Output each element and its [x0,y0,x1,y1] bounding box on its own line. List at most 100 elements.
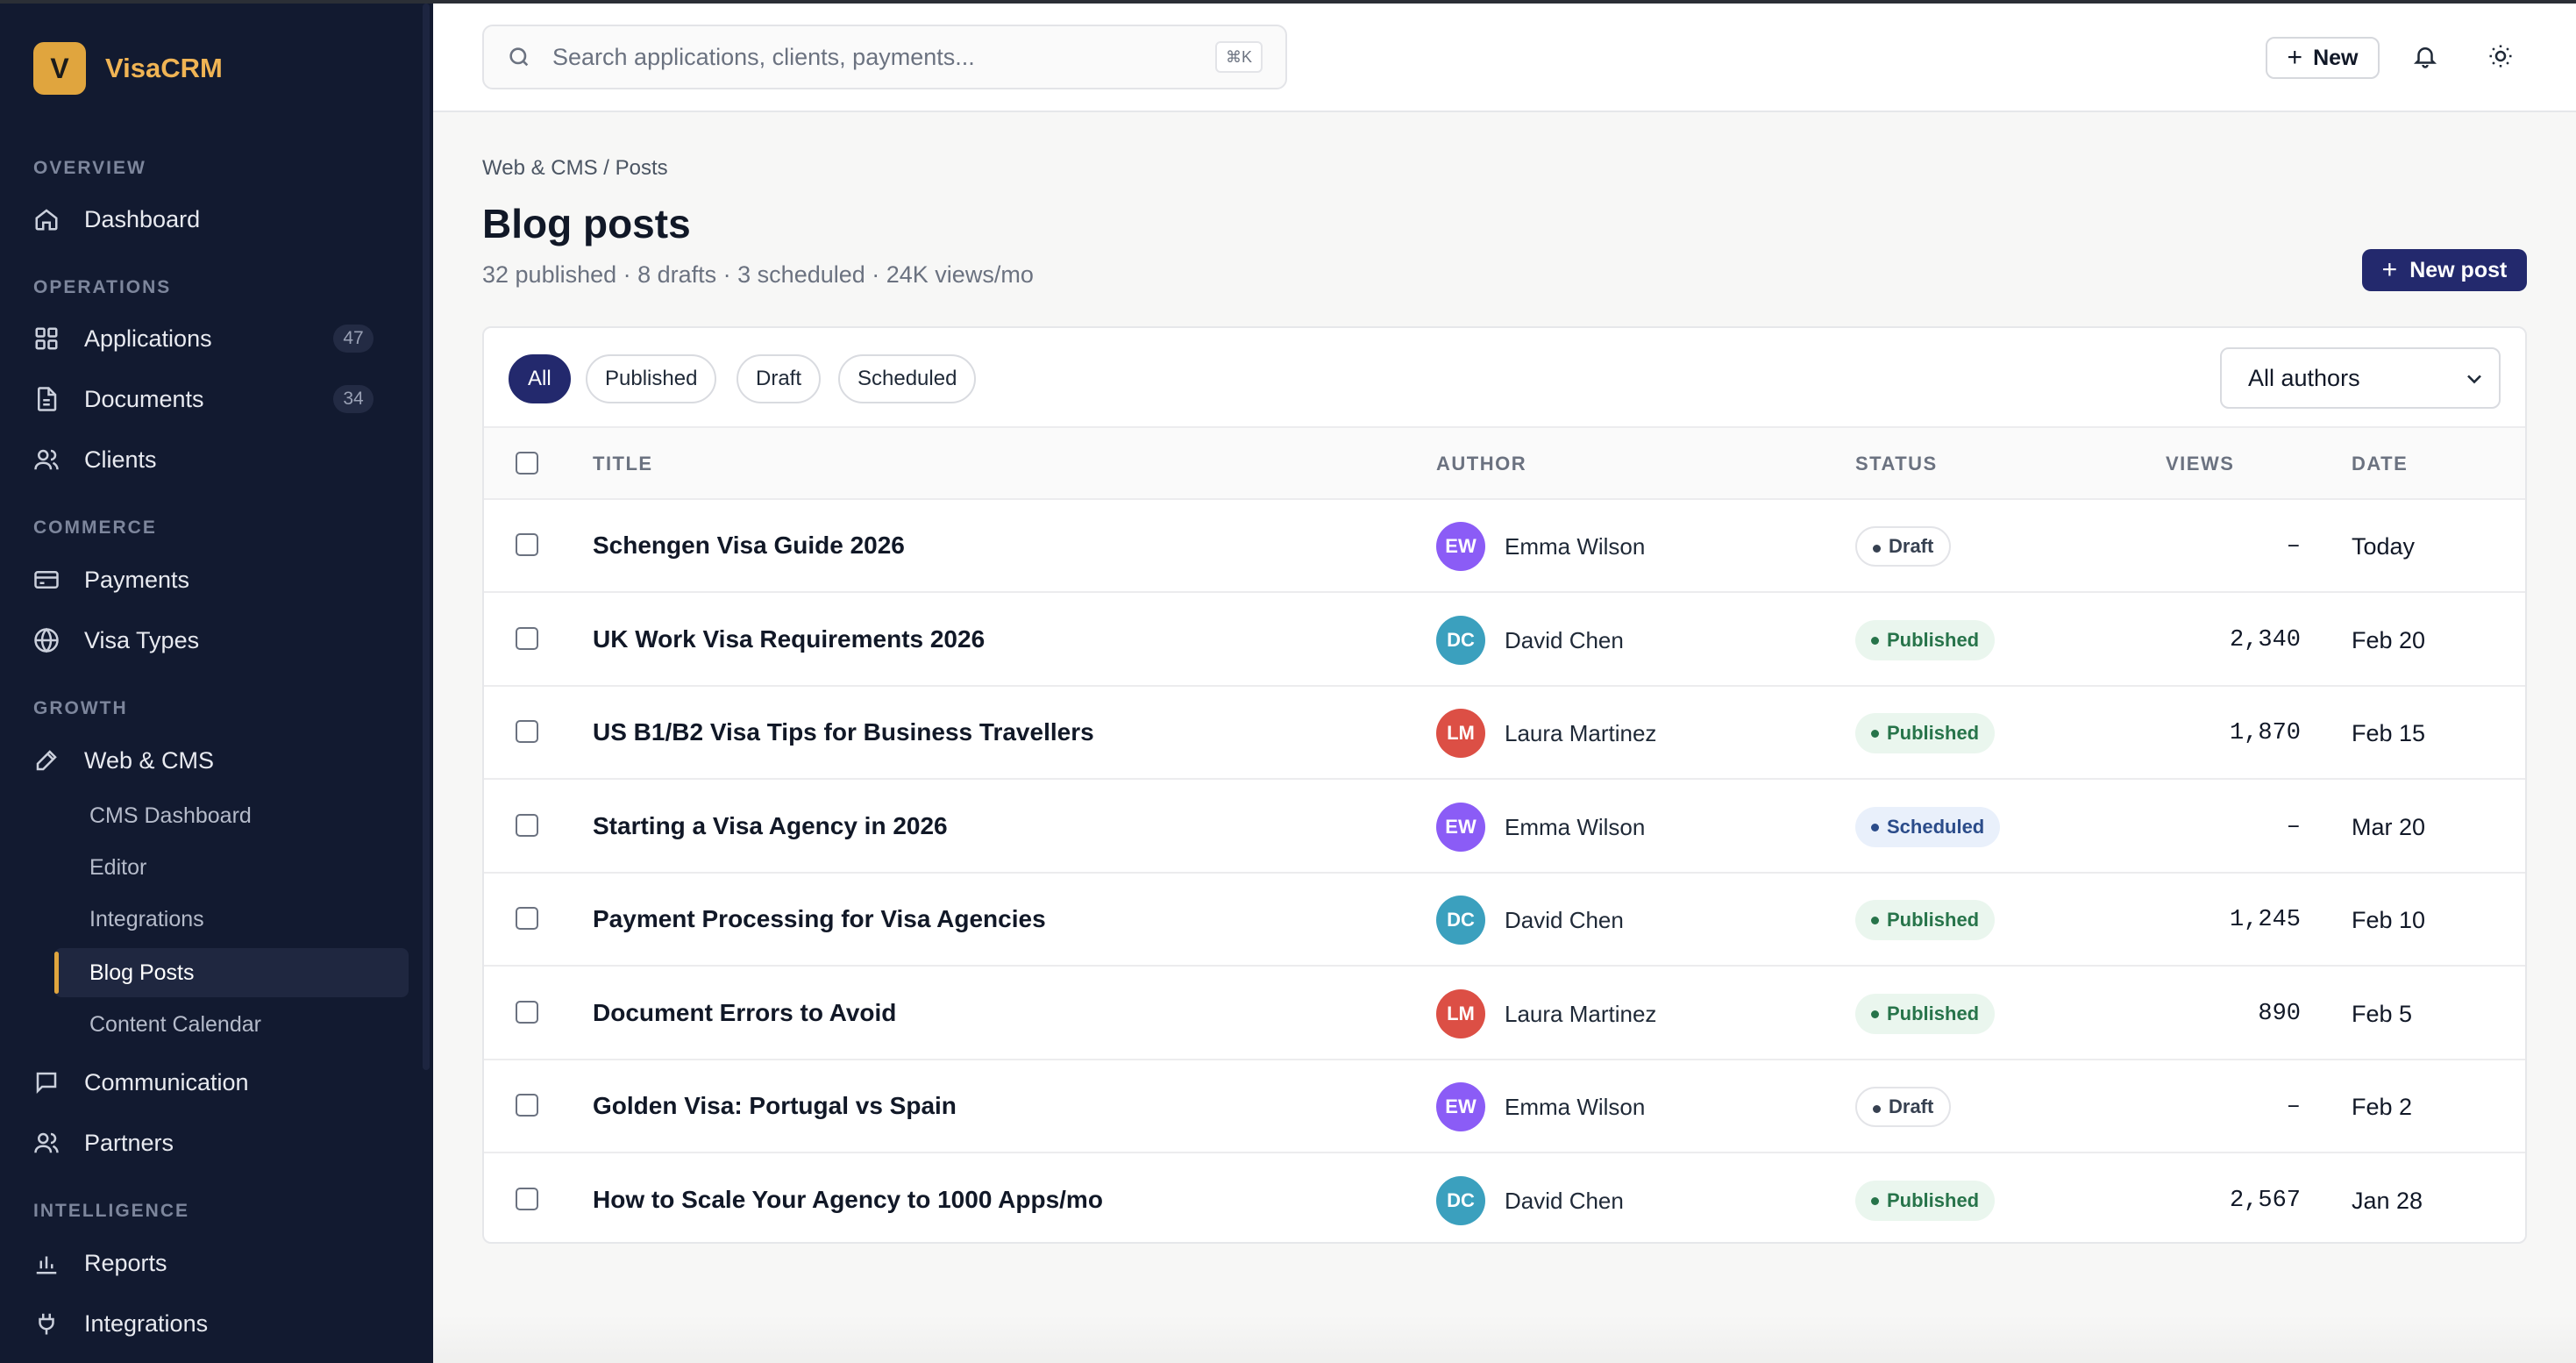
notifications-button[interactable] [2409,42,2441,74]
home-icon [33,206,60,232]
status-badge: Published [1855,713,1996,753]
sidebar-subitem-integrations[interactable]: Integrations [54,895,409,944]
filter-chip-scheduled[interactable]: Scheduled [838,354,977,403]
row-checkbox[interactable] [516,907,538,930]
status-badge: Draft [1855,1087,1952,1127]
section-label-commerce: COMMERCE [33,517,157,538]
sidebar-item-partners[interactable]: Partners [33,1118,384,1167]
search-shortcut-hint: ⌘K [1214,41,1263,73]
filter-chip-draft[interactable]: Draft [737,354,822,403]
status-badge: Scheduled [1855,806,2001,847]
breadcrumb[interactable]: Web & CMS / Posts [482,156,668,181]
avatar: EW [1436,1082,1485,1131]
sidebar-item-visa-types[interactable]: Visa Types [33,616,384,665]
row-checkbox[interactable] [516,533,538,556]
filter-bar: All Published Draft Scheduled All author… [484,328,2525,428]
sidebar-item-dashboard[interactable]: Dashboard [33,195,384,244]
post-title[interactable]: How to Scale Your Agency to 1000 Apps/mo [593,1186,1103,1214]
column-header-views[interactable]: VIEWS [2166,453,2234,475]
chat-icon [33,1069,60,1095]
post-title[interactable]: US B1/B2 Visa Tips for Business Travelle… [593,718,1094,746]
search-box[interactable]: ⌘K [482,25,1287,89]
table-row[interactable]: Document Errors to Avoid LM Laura Martinez… [484,967,2525,1060]
status-badge: Draft [1855,526,1952,567]
theme-toggle-button[interactable] [2485,42,2516,74]
filter-chip-all[interactable]: All [509,354,571,403]
views-count: 890 [2258,1000,2301,1027]
row-checkbox[interactable] [516,720,538,743]
sidebar-item-applications[interactable]: Applications 47 [33,314,384,363]
views-count: 1,245 [2229,907,2301,933]
sidebar: V VisaCRM OVERVIEW Dashboard OPERATIONS … [0,0,433,1363]
column-header-date[interactable]: DATE [2352,453,2408,475]
author-filter-select[interactable]: All authors [2220,347,2501,409]
sidebar-subitem-content-calendar[interactable]: Content Calendar [54,1000,409,1049]
search-input[interactable] [552,43,1215,71]
sidebar-subitem-blog-posts[interactable]: Blog Posts [54,948,409,997]
sidebar-scrollbar[interactable] [423,4,430,1070]
post-date: Feb 5 [2352,1000,2413,1027]
top-bar: ⌘K + New [433,4,2576,112]
sidebar-item-label: Visa Types [84,626,200,653]
author-name: David Chen [1505,626,1624,653]
post-title[interactable]: UK Work Visa Requirements 2026 [593,625,985,653]
brand[interactable]: V VisaCRM [33,42,223,95]
sidebar-item-clients[interactable]: Clients [33,435,384,484]
filter-chip-published[interactable]: Published [586,354,717,403]
status-badge: Published [1855,900,1996,940]
sidebar-item-documents[interactable]: Documents 34 [33,375,384,424]
post-title[interactable]: Payment Processing for Visa Agencies [593,905,1046,933]
sidebar-item-label: Reports [84,1249,167,1276]
select-all-checkbox[interactable] [516,452,538,475]
plug-icon [33,1310,60,1337]
sidebar-item-communication[interactable]: Communication [33,1058,384,1107]
post-title[interactable]: Document Errors to Avoid [593,999,896,1027]
status-badge: Published [1855,619,1996,660]
column-header-status[interactable]: STATUS [1855,453,1938,475]
table-row[interactable]: Starting a Visa Agency in 2026 EW Emma Wil… [484,781,2525,874]
sidebar-subitem-cms-dashboard[interactable]: CMS Dashboard [54,791,409,840]
column-header-author[interactable]: AUTHOR [1436,453,1526,475]
chevron-down-icon [2462,367,2487,391]
sidebar-item-label: Applications [84,325,212,352]
column-header-title[interactable]: TITLE [593,453,653,475]
section-label-intelligence: INTELLIGENCE [33,1201,190,1221]
post-title[interactable]: Schengen Visa Guide 2026 [593,532,905,560]
table-row[interactable]: Golden Visa: Portugal vs Spain EW Emma Wil… [484,1060,2525,1153]
table-row[interactable]: US B1/B2 Visa Tips for Business Travelle… [484,687,2525,780]
sidebar-item-integrations[interactable]: Integrations [33,1299,384,1348]
new-button[interactable]: + New [2266,37,2380,79]
post-date: Feb 15 [2352,720,2426,746]
sidebar-item-payments[interactable]: Payments [33,555,384,604]
table-row[interactable]: UK Work Visa Requirements 2026 DC David Ch… [484,594,2525,687]
status-badge: Published [1855,993,1996,1034]
table-row[interactable]: Schengen Visa Guide 2026 EW Emma Wilson Dra… [484,500,2525,593]
post-title[interactable]: Golden Visa: Portugal vs Spain [593,1092,957,1120]
avatar: EW [1436,522,1485,571]
new-post-button[interactable]: + New post [2362,249,2527,291]
sidebar-subitem-editor[interactable]: Editor [54,843,409,892]
views-count: – [2286,533,2301,560]
table-row[interactable]: Payment Processing for Visa Agencies DC Da… [484,874,2525,967]
plus-icon: + [2287,43,2303,72]
row-checkbox[interactable] [516,1187,538,1210]
sidebar-item-reports[interactable]: Reports [33,1238,384,1288]
credit-card-icon [33,567,60,593]
row-checkbox[interactable] [516,1000,538,1024]
sidebar-item-web-cms[interactable]: Web & CMS [33,736,384,785]
section-label-operations: OPERATIONS [33,277,172,297]
views-count: – [2286,813,2301,840]
avatar: EW [1436,802,1485,852]
sidebar-item-label: Dashboard [84,205,201,232]
row-checkbox[interactable] [516,1094,538,1117]
author-name: David Chen [1505,907,1624,933]
count-badge: 47 [333,325,374,353]
post-date: Feb 2 [2352,1094,2413,1120]
row-checkbox[interactable] [516,626,538,650]
row-checkbox[interactable] [516,813,538,837]
table-row[interactable]: How to Scale Your Agency to 1000 Apps/mo… [484,1154,2525,1243]
sun-icon [2487,43,2514,74]
post-title[interactable]: Starting a Visa Agency in 2026 [593,812,948,840]
sidebar-item-label: Communication [84,1068,249,1095]
new-post-label: New post [2409,257,2508,282]
